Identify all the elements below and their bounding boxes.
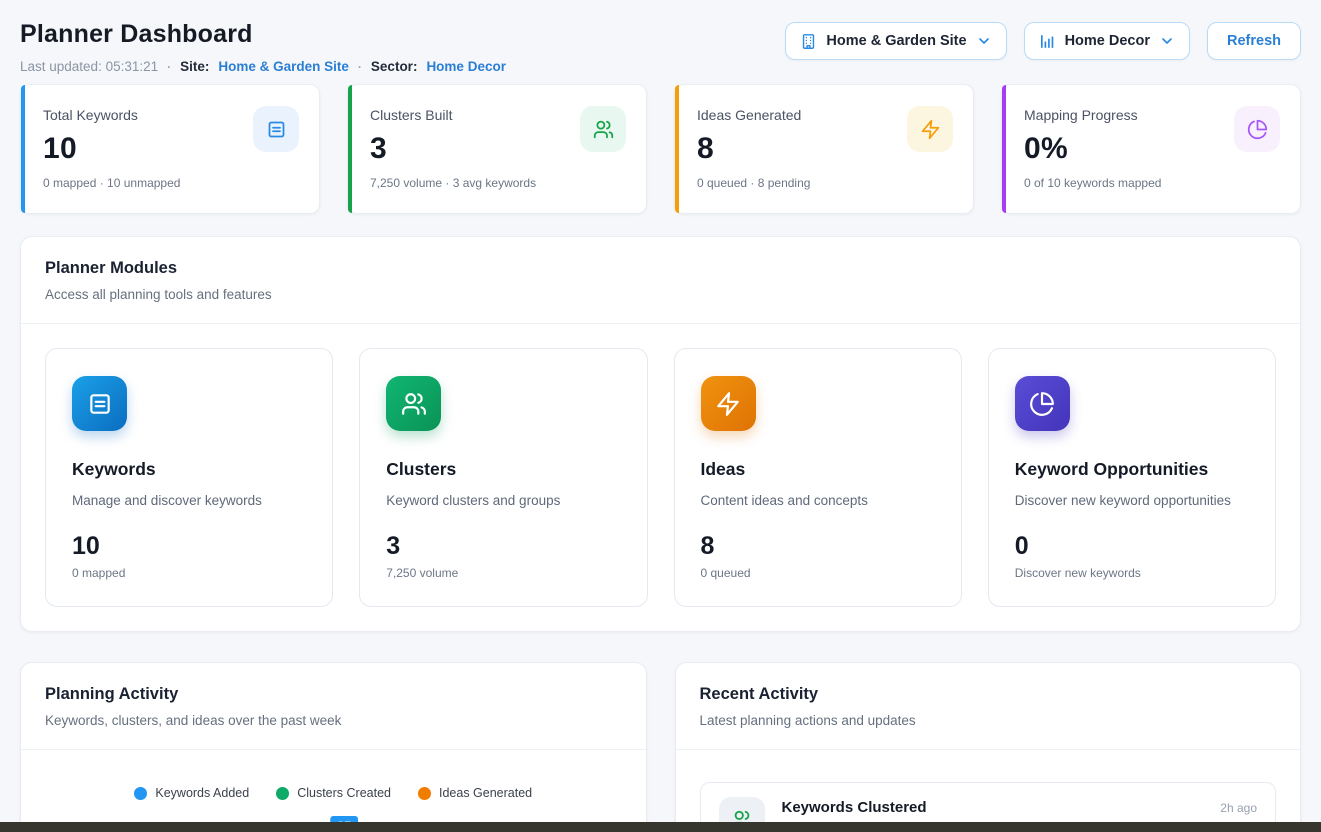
bottom-row: Planning Activity Keywords, clusters, an…	[20, 662, 1301, 832]
legend-dot-icon	[418, 787, 431, 800]
panel-subtitle: Keywords, clusters, and ideas over the p…	[45, 713, 622, 728]
refresh-button[interactable]: Refresh	[1207, 22, 1301, 60]
legend-dot-icon	[276, 787, 289, 800]
page-title: Planner Dashboard	[20, 20, 506, 49]
module-value: 8	[701, 532, 935, 561]
recent-activity-header: Recent Activity Latest planning actions …	[676, 663, 1301, 749]
stat-accent-bar	[21, 85, 25, 213]
site-label: Site:	[180, 59, 209, 74]
stats-row: Total Keywords 10 0 mapped · 10 unmapped…	[20, 84, 1301, 214]
module-caption: 0 mapped	[72, 566, 306, 580]
module-title: Clusters	[386, 459, 620, 480]
module-card-keyword-opportunities[interactable]: Keyword Opportunities Discover new keywo…	[988, 348, 1276, 607]
stat-card-mapping-progress: Mapping Progress 0% 0 of 10 keywords map…	[1001, 84, 1301, 214]
recent-activity-panel: Recent Activity Latest planning actions …	[675, 662, 1302, 832]
panel-title: Recent Activity	[700, 685, 1277, 704]
planning-activity-header: Planning Activity Keywords, clusters, an…	[21, 663, 646, 749]
module-caption: 7,250 volume	[386, 566, 620, 580]
legend-item-clusters-created[interactable]: Clusters Created	[276, 786, 391, 800]
panel-title: Planner Modules	[45, 259, 1276, 278]
legend-dot-icon	[134, 787, 147, 800]
planner-dashboard-page: Planner Dashboard Last updated: 05:31:21…	[0, 0, 1321, 832]
module-description: Content ideas and concepts	[701, 493, 935, 508]
module-card-ideas[interactable]: Ideas Content ideas and concepts 8 0 que…	[674, 348, 962, 607]
site-link[interactable]: Home & Garden Site	[218, 59, 349, 74]
zap-icon	[907, 106, 953, 152]
module-caption: 0 queued	[701, 566, 935, 580]
module-description: Manage and discover keywords	[72, 493, 306, 508]
sector-selector-value: Home Decor	[1065, 33, 1150, 49]
document-icon	[253, 106, 299, 152]
module-value: 10	[72, 532, 306, 561]
module-title: Keywords	[72, 459, 306, 480]
meta-separator: ·	[358, 60, 362, 74]
module-title: Keyword Opportunities	[1015, 459, 1249, 480]
stat-card-clusters-built: Clusters Built 3 7,250 volume · 3 avg ke…	[347, 84, 647, 214]
stat-accent-bar	[675, 85, 679, 213]
activity-title: Keywords Clustered	[782, 799, 927, 816]
modules-grid: Keywords Manage and discover keywords 10…	[21, 324, 1300, 631]
chevron-down-icon	[1159, 33, 1175, 49]
module-description: Keyword clusters and groups	[386, 493, 620, 508]
legend-label: Keywords Added	[155, 786, 249, 800]
last-updated-text: Last updated: 05:31:21	[20, 59, 158, 74]
chevron-down-icon	[976, 33, 992, 49]
sector-selector-dropdown[interactable]: Home Decor	[1024, 22, 1190, 60]
module-description: Discover new keyword opportunities	[1015, 493, 1249, 508]
module-value: 3	[386, 532, 620, 561]
stat-accent-bar	[1002, 85, 1006, 213]
users-icon	[386, 376, 441, 431]
header-left: Planner Dashboard Last updated: 05:31:21…	[20, 14, 506, 74]
header-meta: Last updated: 05:31:21 · Site: Home & Ga…	[20, 59, 506, 74]
panel-subtitle: Latest planning actions and updates	[700, 713, 1277, 728]
planning-activity-panel: Planning Activity Keywords, clusters, an…	[20, 662, 647, 832]
legend-item-ideas-generated[interactable]: Ideas Generated	[418, 786, 532, 800]
stat-card-total-keywords: Total Keywords 10 0 mapped · 10 unmapped	[20, 84, 320, 214]
stat-caption: 0 queued · 8 pending	[697, 176, 951, 190]
stat-accent-bar	[348, 85, 352, 213]
module-card-clusters[interactable]: Clusters Keyword clusters and groups 3 7…	[359, 348, 647, 607]
legend-label: Clusters Created	[297, 786, 391, 800]
site-selector-dropdown[interactable]: Home & Garden Site	[785, 22, 1006, 60]
zap-icon	[701, 376, 756, 431]
panel-subtitle: Access all planning tools and features	[45, 287, 1276, 302]
stat-caption: 0 of 10 keywords mapped	[1024, 176, 1278, 190]
legend-label: Ideas Generated	[439, 786, 532, 800]
stat-card-ideas-generated: Ideas Generated 8 0 queued · 8 pending	[674, 84, 974, 214]
legend-item-keywords-added[interactable]: Keywords Added	[134, 786, 249, 800]
building-icon	[800, 33, 817, 50]
header-controls: Home & Garden Site Home Decor	[785, 22, 1301, 60]
module-value: 0	[1015, 532, 1249, 561]
stat-caption: 7,250 volume · 3 avg keywords	[370, 176, 624, 190]
site-selector-value: Home & Garden Site	[826, 33, 966, 49]
pie-chart-icon	[1015, 376, 1070, 431]
meta-separator: ·	[167, 60, 171, 74]
users-icon	[580, 106, 626, 152]
divider	[21, 749, 646, 750]
sector-label: Sector:	[371, 59, 418, 74]
page-header: Planner Dashboard Last updated: 05:31:21…	[20, 14, 1301, 74]
planner-modules-panel: Planner Modules Access all planning tool…	[20, 236, 1301, 632]
module-card-keywords[interactable]: Keywords Manage and discover keywords 10…	[45, 348, 333, 607]
bottom-dark-band	[0, 822, 1321, 832]
planner-modules-header: Planner Modules Access all planning tool…	[21, 237, 1300, 323]
module-title: Ideas	[701, 459, 935, 480]
activity-timestamp: 2h ago	[1220, 801, 1257, 815]
chart-legend: Keywords Added Clusters Created Ideas Ge…	[21, 786, 646, 800]
pie-chart-icon	[1234, 106, 1280, 152]
bar-chart-icon	[1039, 33, 1056, 50]
document-icon	[72, 376, 127, 431]
recent-activity-list: Keywords Clustered 2h ago 3 new clusters…	[676, 750, 1301, 832]
stat-caption: 0 mapped · 10 unmapped	[43, 176, 297, 190]
sector-link[interactable]: Home Decor	[426, 59, 506, 74]
module-caption: Discover new keywords	[1015, 566, 1249, 580]
panel-title: Planning Activity	[45, 685, 622, 704]
